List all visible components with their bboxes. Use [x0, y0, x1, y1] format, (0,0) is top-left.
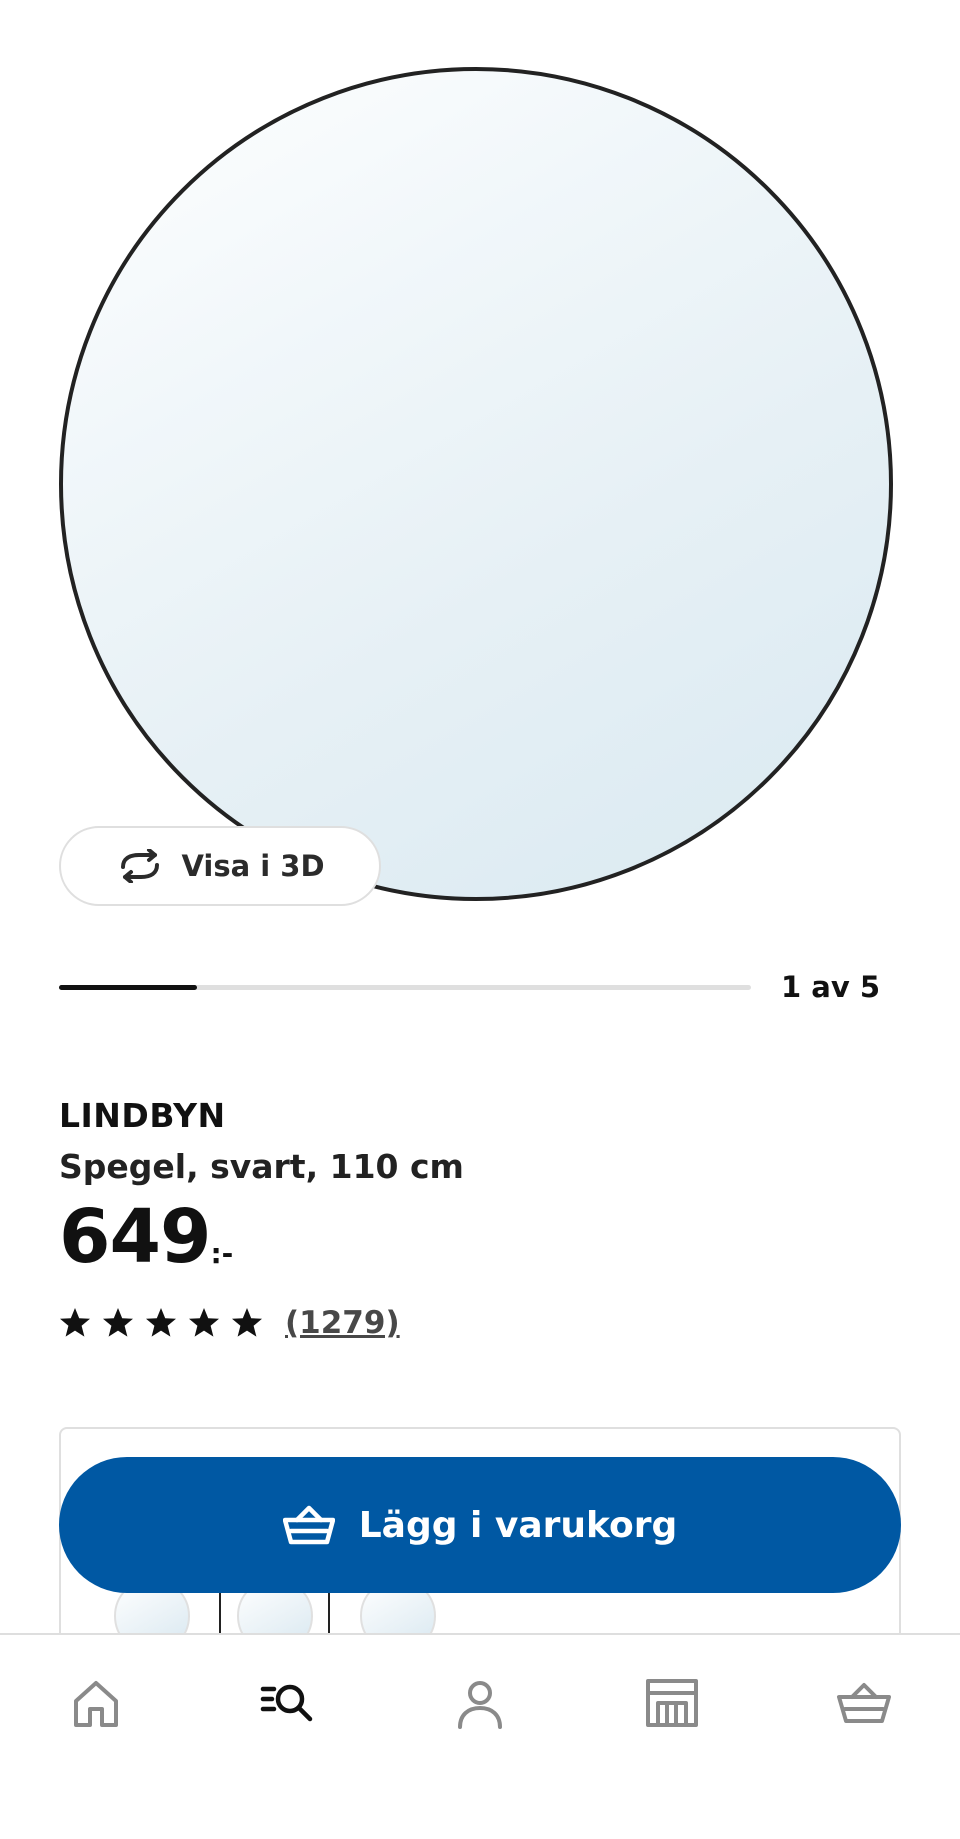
- nav-search[interactable]: [240, 1667, 336, 1739]
- view-in-3d-label: Visa i 3D: [181, 849, 325, 883]
- profile-icon: [458, 1681, 502, 1729]
- store-icon: [646, 1679, 698, 1727]
- bottom-navigation: [0, 1633, 960, 1839]
- mirror-image: [59, 67, 893, 901]
- star-icon: [59, 1307, 91, 1339]
- rating-stars: [59, 1307, 263, 1339]
- review-count-link[interactable]: (1279): [285, 1305, 400, 1341]
- star-icon: [231, 1307, 263, 1339]
- product-rating[interactable]: (1279): [59, 1305, 400, 1341]
- search-icon: [260, 1684, 313, 1722]
- star-icon: [145, 1307, 177, 1339]
- product-image[interactable]: Visa i 3D: [0, 0, 960, 930]
- nav-home[interactable]: [48, 1667, 144, 1739]
- add-to-cart-label: Lägg i varukorg: [358, 1504, 678, 1546]
- product-price: 649 :-: [59, 1200, 233, 1274]
- carousel-counter: 1 av 5: [780, 970, 880, 1004]
- price-suffix: :-: [210, 1237, 234, 1270]
- product-page: Visa i 3D 1 av 5 LINDBYN Spegel, svart, …: [0, 0, 960, 1839]
- nav-stores[interactable]: [624, 1667, 720, 1739]
- add-to-cart-button[interactable]: Lägg i varukorg: [59, 1457, 901, 1593]
- view-in-3d-button[interactable]: Visa i 3D: [59, 826, 381, 906]
- cart-icon: [837, 1683, 891, 1723]
- product-name[interactable]: LINDBYN: [59, 1096, 226, 1135]
- star-icon: [188, 1307, 220, 1339]
- nav-profile[interactable]: [432, 1667, 528, 1739]
- carousel-progress-bar: [59, 985, 751, 990]
- rotate-3d-icon: [115, 849, 165, 883]
- price-amount: 649: [59, 1194, 211, 1280]
- home-icon: [74, 1681, 118, 1727]
- cart-icon: [282, 1505, 335, 1545]
- product-description: Spegel, svart, 110 cm: [59, 1147, 464, 1186]
- nav-cart[interactable]: [816, 1667, 912, 1739]
- carousel-progress-fill: [59, 985, 198, 990]
- star-icon: [102, 1307, 134, 1339]
